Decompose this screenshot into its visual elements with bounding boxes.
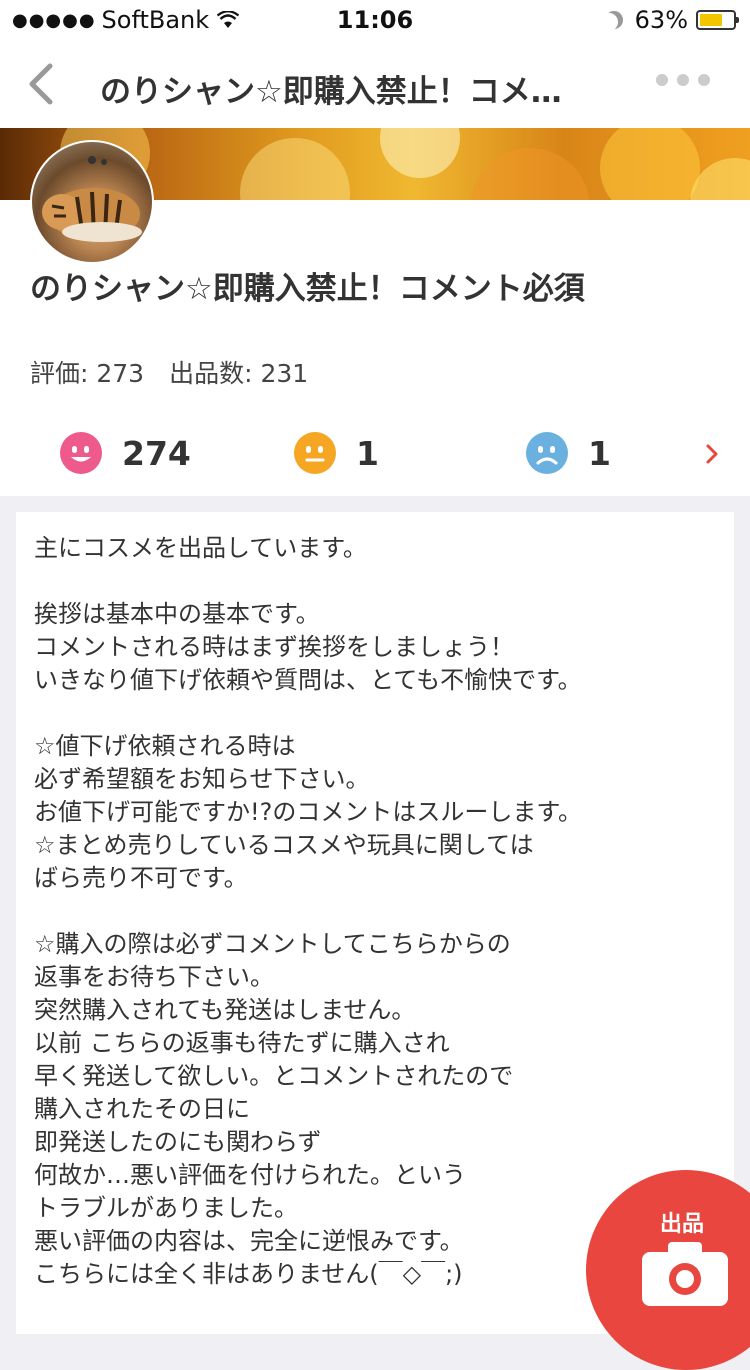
rating-bad[interactable]: 1 [526, 432, 611, 474]
profile-card: のりシャン☆即購入禁止！コメント必須 評価: 273 出品数: 231 274 … [0, 140, 750, 496]
more-dot-icon [656, 74, 668, 86]
bokeh-light [380, 128, 460, 178]
nav-bar: のりシャン☆即購入禁止！コメ… [0, 40, 750, 128]
avatar[interactable] [30, 140, 154, 264]
status-right: 63% [605, 6, 739, 34]
chevron-right-icon[interactable] [702, 442, 722, 466]
do-not-disturb-icon [605, 11, 623, 29]
nav-title: のりシャン☆即購入禁止！コメ… [100, 74, 562, 110]
description-text: 主にコスメを出品しています。 挨拶は基本中の基本です。 コメントされる時はまず挨… [34, 534, 582, 1288]
happy-face-icon [60, 432, 102, 474]
ratings-row[interactable]: 274 1 1 [0, 432, 750, 482]
more-options-button[interactable] [656, 74, 710, 86]
sad-face-icon [526, 432, 568, 474]
neutral-face-icon [294, 432, 336, 474]
battery-icon [696, 10, 739, 30]
shop-name: のりシャン☆即購入禁止！コメント必須 [30, 271, 585, 307]
rating-normal[interactable]: 1 [294, 432, 379, 474]
bokeh-light [600, 128, 700, 200]
tiger-avatar-image [42, 156, 142, 242]
more-dot-icon [698, 74, 710, 86]
status-bar: ●●●●● SoftBank 11:06 63% [0, 0, 750, 40]
sell-button-label[interactable]: 出品 [660, 1206, 710, 1238]
rating-normal-count: 1 [356, 433, 379, 473]
rating-bad-count: 1 [588, 433, 611, 473]
rating-good-count: 274 [122, 433, 191, 473]
battery-percent: 63% [634, 6, 688, 34]
back-chevron-icon[interactable] [24, 62, 64, 106]
rating-good[interactable]: 274 [60, 432, 191, 474]
bokeh-light [470, 148, 590, 200]
profile-stats: 評価: 273 出品数: 231 [30, 359, 309, 388]
more-dot-icon [677, 74, 689, 86]
camera-icon[interactable] [642, 1242, 728, 1306]
bokeh-light [240, 138, 350, 200]
